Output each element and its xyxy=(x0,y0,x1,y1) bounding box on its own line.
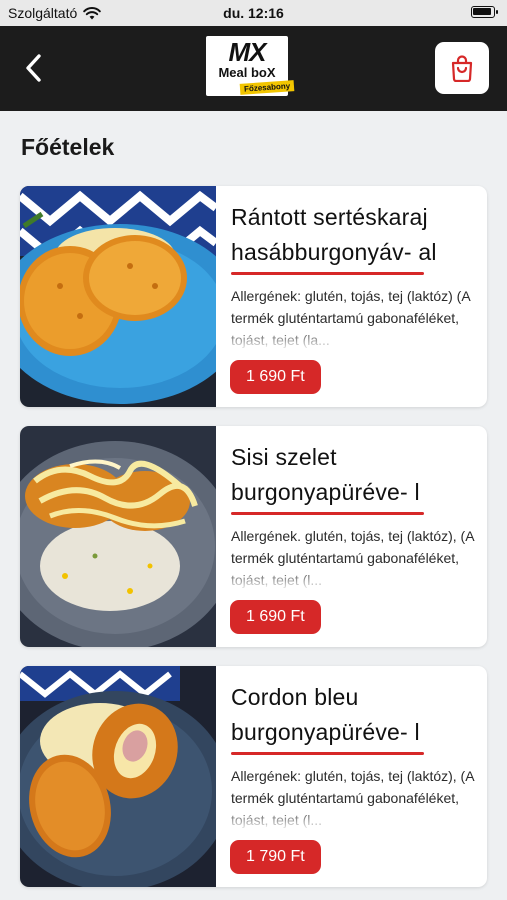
title-underline xyxy=(231,512,424,515)
price-button[interactable]: 1 690 Ft xyxy=(230,360,321,394)
product-title: Sisi szelet burgonyapüréve- l xyxy=(231,444,420,505)
title-underline xyxy=(231,752,424,755)
battery-icon xyxy=(471,6,498,18)
product-description: Allergének: glutén, tojás, tej (laktóz) … xyxy=(231,285,476,351)
chevron-left-icon xyxy=(26,54,41,82)
cart-button[interactable] xyxy=(435,42,489,94)
section-title: Főételek xyxy=(21,134,115,160)
logo-tag: Főzesabony xyxy=(239,80,295,95)
product-card[interactable]: Cordon bleu burgonyapüréve- l Allergének… xyxy=(20,666,487,887)
navigation-bar: MX Meal boX Főzesabony xyxy=(0,26,507,111)
product-image xyxy=(20,426,216,647)
product-info: Cordon bleu burgonyapüréve- l Allergének… xyxy=(231,680,476,831)
price-button[interactable]: 1 690 Ft xyxy=(230,600,321,634)
product-description: Allergének: glutén, tojás, tej (laktóz),… xyxy=(231,765,476,831)
product-info: Sisi szelet burgonyapüréve- l Allergének… xyxy=(231,440,476,591)
product-image xyxy=(20,186,216,407)
logo-mealbox-text: Meal boX xyxy=(218,65,276,80)
logo-mx-text: MX xyxy=(228,37,267,67)
mealbox-logo: MX Meal boX Főzesabony xyxy=(206,36,295,96)
product-card[interactable]: Sisi szelet burgonyapüréve- l Allergének… xyxy=(20,426,487,647)
product-title: Rántott sertéskaraj hasábburgonyáv- al xyxy=(231,204,437,265)
product-info: Rántott sertéskaraj hasábburgonyáv- al A… xyxy=(231,200,476,351)
product-description: Allergének. glutén, tojás, tej (laktóz),… xyxy=(231,525,476,591)
shopping-bag-icon xyxy=(451,55,473,82)
product-card[interactable]: Rántott sertéskaraj hasábburgonyáv- al A… xyxy=(20,186,487,407)
product-image xyxy=(20,666,216,887)
clock: du. 12:16 xyxy=(223,5,284,21)
product-title: Cordon bleu burgonyapüréve- l xyxy=(231,684,420,745)
back-button[interactable] xyxy=(14,48,54,88)
price-button[interactable]: 1 790 Ft xyxy=(230,840,321,874)
status-bar: Szolgáltató du. 12:16 xyxy=(0,0,507,26)
title-underline xyxy=(231,272,424,275)
